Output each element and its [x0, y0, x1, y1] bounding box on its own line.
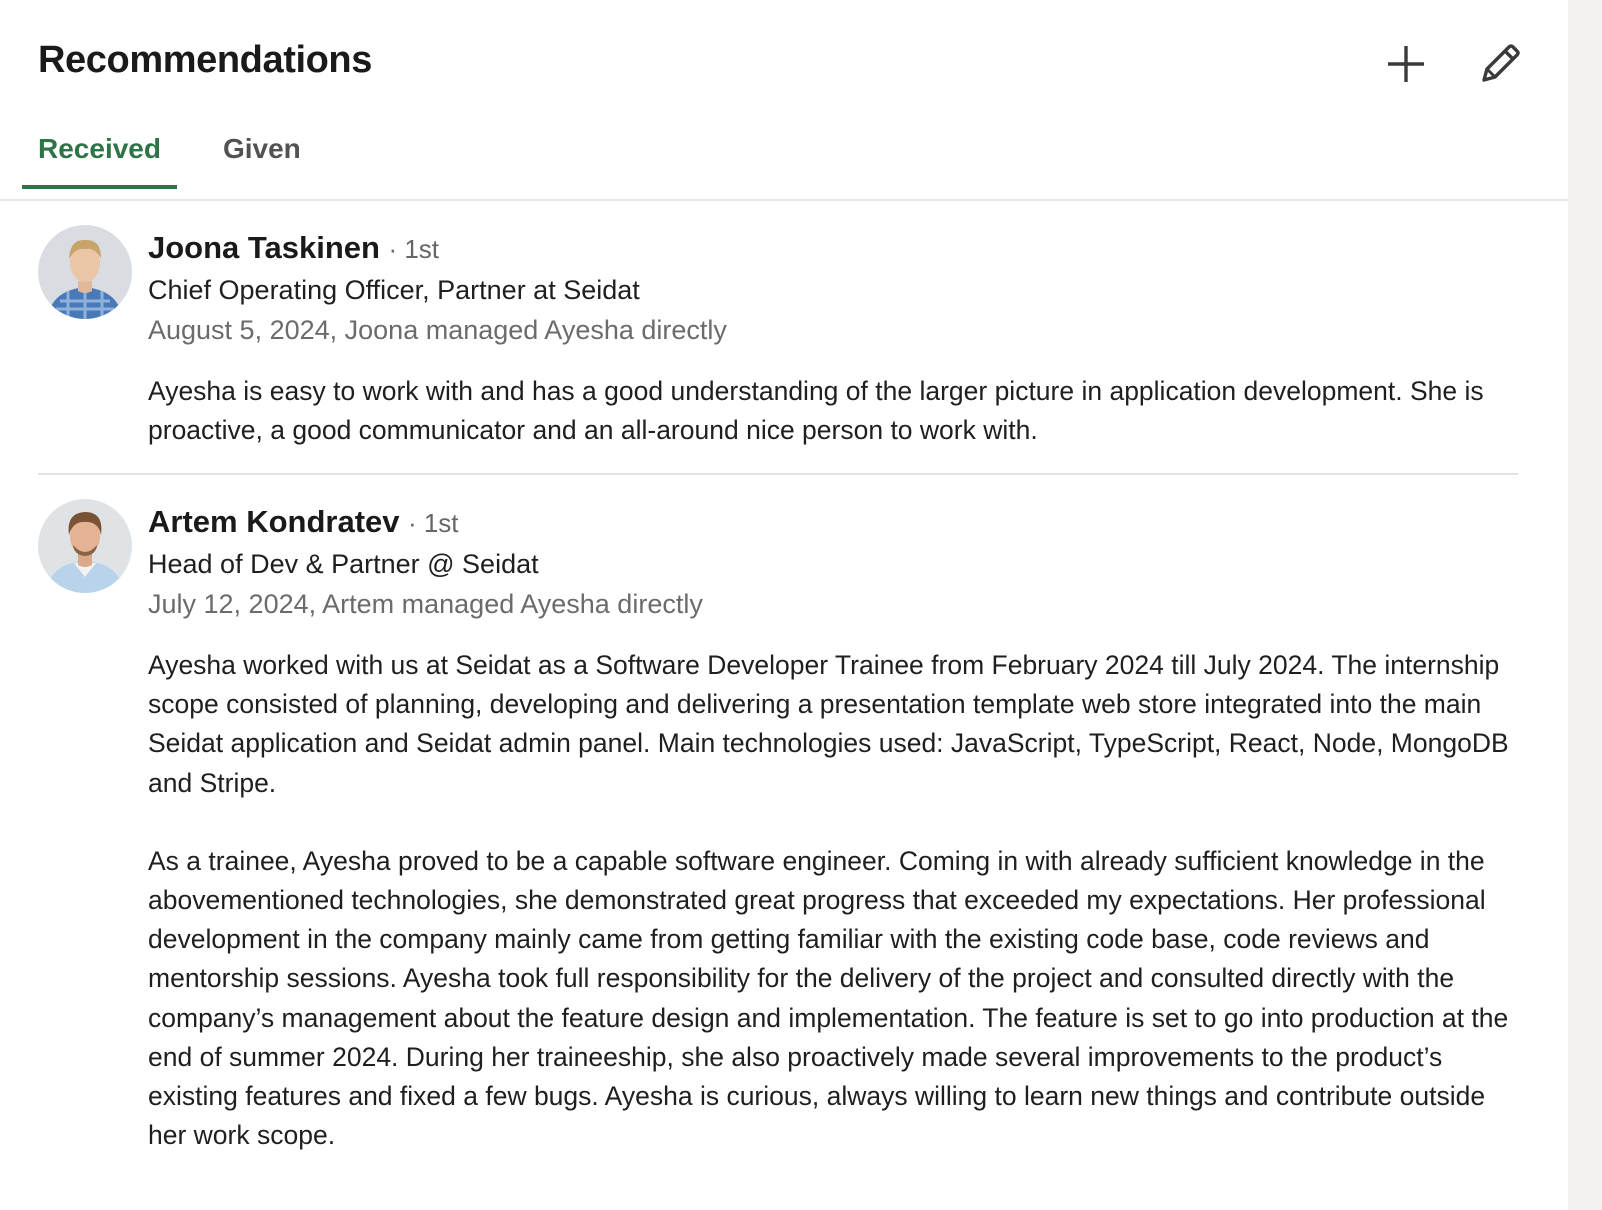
plus-icon [1388, 46, 1424, 82]
recommendation-text: Ayesha is easy to work with and has a go… [148, 372, 1518, 450]
profile-photo-icon [38, 225, 132, 319]
tab-given[interactable]: Given [207, 118, 317, 188]
connection-degree: · 1st [407, 508, 459, 538]
section-title: Recommendations [38, 39, 372, 81]
recommendation-paragraph: Ayesha worked with us at Seidat as a Sof… [148, 650, 1509, 798]
recommendation-divider [38, 473, 1518, 475]
tabs-divider [0, 199, 1568, 201]
profile-photo-icon [38, 499, 132, 593]
section-header: Recommendations [38, 34, 1528, 90]
name-line: Joona Taskinen · 1st [148, 224, 1518, 270]
avatar[interactable] [38, 225, 132, 319]
avatar[interactable] [38, 499, 132, 593]
pencil-icon [1482, 44, 1520, 82]
header-actions [1378, 36, 1528, 92]
recommendations-card: Recommendations Received Given Joona Tas… [0, 0, 1568, 1210]
recommender-name[interactable]: Joona Taskinen [148, 230, 380, 265]
recommendation-meta: July 12, 2024, Artem managed Ayesha dire… [148, 589, 703, 619]
recommender-headline: Head of Dev & Partner @ Seidat [148, 549, 539, 579]
recommender-name[interactable]: Artem Kondratev [148, 504, 400, 539]
recommendation-paragraph: Ayesha is easy to work with and has a go… [148, 376, 1484, 446]
edit-recommendations-button[interactable] [1472, 36, 1528, 92]
tab-received[interactable]: Received [22, 118, 177, 189]
recommender-headline: Chief Operating Officer, Partner at Seid… [148, 275, 640, 305]
page-background-strip [1568, 0, 1602, 1210]
recommendation-body: Joona Taskinen · 1st Chief Operating Off… [148, 224, 1518, 450]
recommendation-meta: August 5, 2024, Joona managed Ayesha dir… [148, 315, 727, 345]
name-line: Artem Kondratev · 1st [148, 498, 1518, 544]
recommendation-text: Ayesha worked with us at Seidat as a Sof… [148, 646, 1518, 1155]
connection-degree: · 1st [388, 234, 440, 264]
recommendation-tabs: Received Given [22, 118, 347, 189]
recommendation-body: Artem Kondratev · 1st Head of Dev & Part… [148, 498, 1518, 1155]
add-recommendation-button[interactable] [1378, 36, 1434, 92]
recommendation-paragraph: As a trainee, Ayesha proved to be a capa… [148, 845, 1509, 1151]
